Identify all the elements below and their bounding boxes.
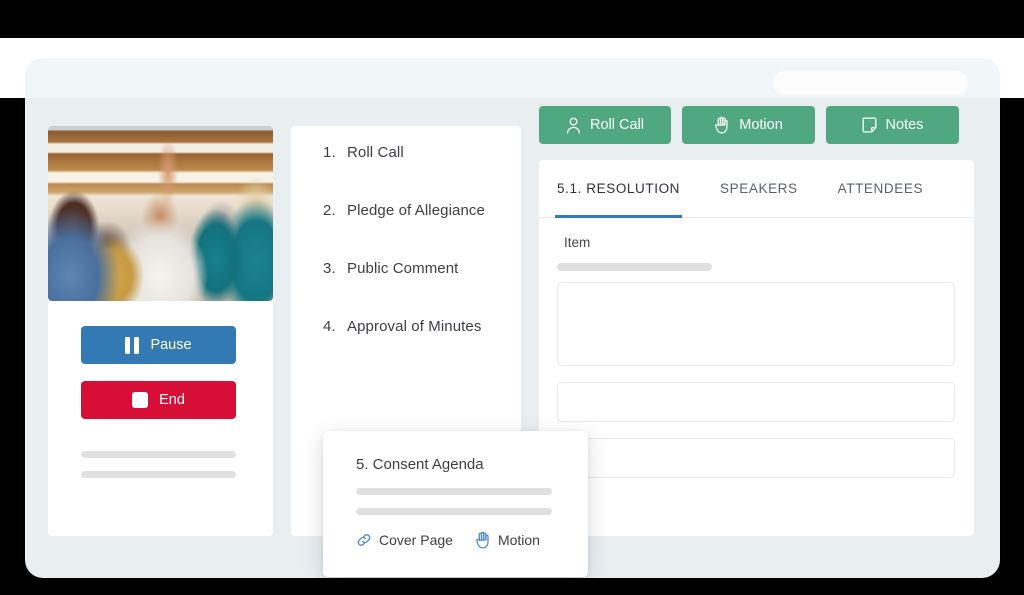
meeting-control-panel: Pause End — [48, 126, 273, 536]
cover-page-link-label: Cover Page — [379, 532, 453, 548]
raised-hand-icon — [475, 531, 491, 549]
placeholder-bar — [81, 451, 236, 458]
roll-call-button-label: Roll Call — [590, 117, 644, 133]
pause-icon — [125, 336, 140, 354]
agenda-item-number: 1. — [323, 144, 336, 161]
motion-button[interactable]: Motion — [682, 106, 815, 144]
meeting-attendees-photo — [48, 126, 273, 301]
tab-attendees-label: ATTENDEES — [837, 181, 924, 196]
agenda-item-label: Pledge of Allegiance — [347, 202, 485, 219]
action-button-bar: Roll Call Motion Notes — [539, 106, 974, 150]
tab-speakers[interactable]: SPEAKERS — [718, 160, 800, 218]
placeholder-bar — [356, 488, 552, 495]
notes-button-label: Notes — [885, 117, 924, 133]
item-field-label: Item — [564, 235, 591, 250]
placeholder-bar — [557, 263, 712, 271]
item-description-textarea[interactable] — [557, 282, 955, 366]
tab-speakers-label: SPEAKERS — [720, 181, 798, 196]
agenda-item-label: Approval of Minutes — [347, 318, 482, 335]
person-icon — [566, 117, 581, 134]
agenda-list-item[interactable]: 3. Public Comment — [291, 260, 521, 318]
screenshot-root: Pause End 1. Roll Call 2. Pledge of Alle… — [0, 0, 1024, 595]
placeholder-bar — [356, 508, 552, 515]
agenda-item-number: 3. — [323, 260, 336, 277]
detail-panel: 5.1. RESOLUTION SPEAKERS ATTENDEES Item — [539, 160, 974, 536]
link-icon — [356, 532, 372, 548]
motion-link[interactable]: Motion — [475, 531, 540, 549]
tab-resolution-label: 5.1. RESOLUTION — [557, 181, 681, 196]
raised-hand-icon — [714, 116, 730, 134]
stop-icon — [132, 392, 149, 408]
pause-button[interactable]: Pause — [81, 326, 236, 364]
app-window: Pause End 1. Roll Call 2. Pledge of Alle… — [25, 58, 1000, 578]
end-button[interactable]: End — [81, 381, 236, 419]
motion-link-label: Motion — [497, 532, 540, 548]
agenda-item-number: 4. — [323, 318, 336, 335]
item-field-input[interactable] — [557, 382, 955, 422]
agenda-list-item[interactable]: 1. Roll Call — [291, 144, 521, 202]
popover-title: 5. Consent Agenda — [356, 456, 484, 473]
agenda-list: 1. Roll Call 2. Pledge of Allegiance 3. … — [291, 144, 521, 376]
note-icon — [862, 116, 877, 134]
item-field-input[interactable] — [557, 438, 955, 478]
notes-button[interactable]: Notes — [826, 106, 959, 144]
agenda-item-label: Roll Call — [347, 144, 404, 161]
cover-page-link[interactable]: Cover Page — [356, 532, 453, 548]
app-header — [25, 58, 1000, 98]
popover-actions: Cover Page Motion — [356, 531, 540, 549]
end-button-label: End — [159, 392, 185, 408]
agenda-item-number: 2. — [323, 202, 336, 219]
roll-call-button[interactable]: Roll Call — [539, 106, 671, 144]
agenda-item-popover: 5. Consent Agenda Cover Page Motion — [323, 431, 588, 577]
workspace: Pause End 1. Roll Call 2. Pledge of Alle… — [25, 98, 1000, 578]
search-input[interactable] — [773, 71, 968, 95]
agenda-item-label: Public Comment — [347, 260, 459, 277]
placeholder-bar — [81, 471, 236, 478]
tab-attendees[interactable]: ATTENDEES — [836, 160, 925, 218]
pause-button-label: Pause — [150, 337, 192, 353]
motion-button-label: Motion — [739, 117, 783, 133]
tab-resolution[interactable]: 5.1. RESOLUTION — [555, 160, 683, 218]
agenda-list-item[interactable]: 4. Approval of Minutes — [291, 318, 521, 376]
agenda-list-item[interactable]: 2. Pledge of Allegiance — [291, 202, 521, 260]
tab-bar: 5.1. RESOLUTION SPEAKERS ATTENDEES — [539, 160, 974, 218]
